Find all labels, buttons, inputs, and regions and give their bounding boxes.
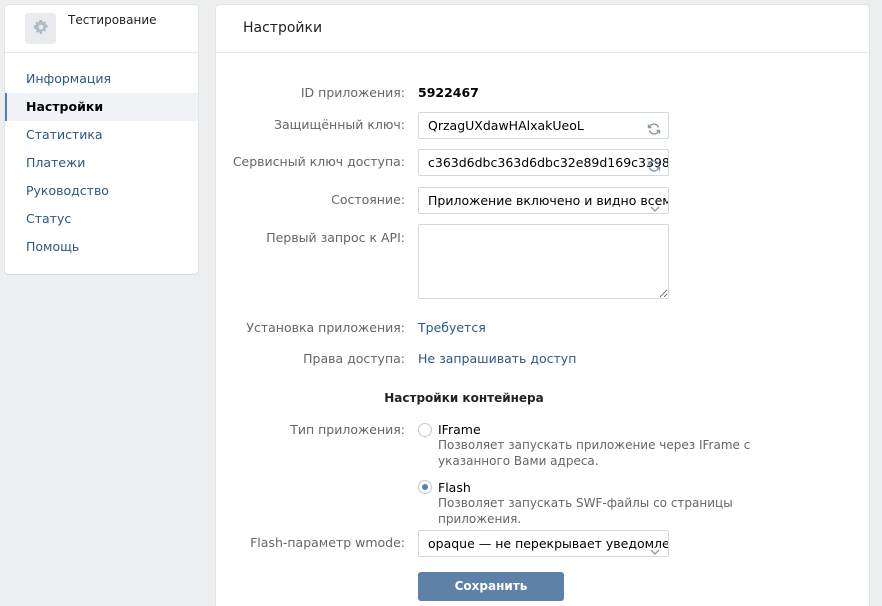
rights-label: Права доступа:: [303, 351, 405, 366]
option-iframe-desc: Позволяет запускать приложение через IFr…: [438, 438, 751, 468]
wmode-select[interactable]: opaque — не перекрывает уведомлен…: [418, 530, 669, 557]
app-id-label: ID приложения:: [300, 85, 405, 100]
app-header: Тестирование: [5, 5, 198, 53]
sidebar-item-help[interactable]: Помощь: [5, 233, 198, 261]
refresh-secret-icon[interactable]: [647, 119, 661, 135]
page-title: Настройки: [216, 5, 869, 53]
option-flash-desc: Позволяет запускать SWF-файлы со страниц…: [438, 496, 733, 526]
secret-key-label: Защищённый ключ:: [273, 117, 405, 132]
radio-flash[interactable]: [418, 480, 432, 494]
sidebar-item-status[interactable]: Статус: [5, 205, 198, 233]
gear-icon: [33, 19, 49, 38]
sidebar-item-info[interactable]: Информация: [5, 65, 198, 93]
first-request-label: Первый запрос к API:: [266, 230, 405, 245]
service-key-value: c363d6dbc363d6dbc32e89d169c33988: [428, 155, 669, 170]
save-button[interactable]: Сохранить изменения: [418, 572, 564, 601]
first-request-textarea[interactable]: [418, 224, 669, 299]
chevron-down-icon: [650, 539, 660, 555]
install-label: Установка приложения:: [246, 320, 405, 335]
option-iframe-title[interactable]: IFrame: [438, 422, 481, 437]
radio-iframe[interactable]: [418, 423, 432, 437]
sidebar-item-settings[interactable]: Настройки: [5, 93, 198, 121]
service-key-label: Сервисный ключ доступа:: [232, 154, 405, 169]
service-key-field[interactable]: c363d6dbc363d6dbc32e89d169c33988: [418, 149, 669, 176]
sidebar-item-statistics[interactable]: Статистика: [5, 121, 198, 149]
state-select[interactable]: Приложение включено и видно всем: [418, 187, 669, 214]
rights-link[interactable]: Не запрашивать доступ: [418, 351, 576, 366]
app-type-label: Тип приложения:: [290, 422, 405, 437]
wmode-select-value: opaque — не перекрывает уведомлен…: [428, 536, 669, 551]
app-avatar[interactable]: [25, 13, 56, 44]
refresh-service-key-icon[interactable]: [647, 156, 661, 172]
sidebar-item-guide[interactable]: Руководство: [5, 177, 198, 205]
sidebar-item-payments[interactable]: Платежи: [5, 149, 198, 177]
container-settings-title: Настройки контейнера: [384, 391, 544, 405]
option-flash-title[interactable]: Flash: [438, 480, 471, 495]
install-link[interactable]: Требуется: [418, 320, 486, 335]
chevron-down-icon: [650, 196, 660, 212]
sidebar-menu: Информация Настройки Статистика Платежи …: [5, 53, 198, 261]
wmode-label: Flash-параметр wmode:: [250, 535, 405, 550]
app-name[interactable]: Тестирование: [68, 13, 157, 27]
secret-key-field[interactable]: QrzagUXdawHAlxakUeoL: [418, 112, 669, 139]
secret-key-value: QrzagUXdawHAlxakUeoL: [428, 118, 584, 133]
settings-panel: Настройки ID приложения: 5922467 Защищён…: [216, 5, 869, 606]
app-id-value: 5922467: [418, 85, 479, 100]
state-label: Состояние:: [331, 192, 405, 207]
state-select-value: Приложение включено и видно всем: [428, 193, 669, 208]
sidebar: Тестирование Информация Настройки Статис…: [5, 5, 198, 274]
